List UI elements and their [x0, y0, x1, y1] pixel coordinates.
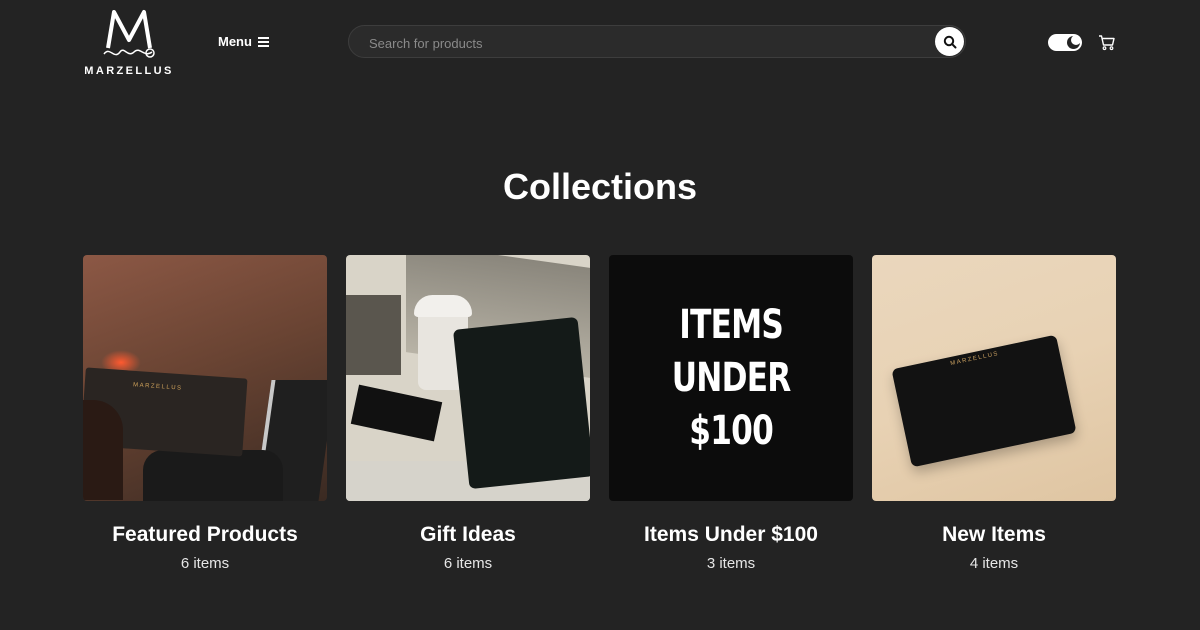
dark-mode-toggle[interactable] — [1048, 34, 1082, 51]
collection-name[interactable]: Gift Ideas — [346, 523, 590, 547]
logo-monogram-icon — [103, 10, 155, 58]
collection-image-new-items[interactable]: MARZELLUS — [872, 255, 1116, 501]
promo-text: ITEMS UNDER $100 — [671, 299, 792, 458]
collection-card-under-100[interactable]: ITEMS UNDER $100 Items Under $100 3 item… — [609, 255, 853, 572]
brand-logo[interactable]: MARZELLUS — [82, 8, 176, 78]
cart-icon — [1099, 35, 1115, 51]
collection-image-gift-ideas[interactable] — [346, 255, 590, 501]
collection-name[interactable]: New Items — [872, 523, 1116, 547]
promo-line: $100 — [689, 407, 773, 454]
promo-line: UNDER — [671, 354, 792, 401]
collection-name[interactable]: Items Under $100 — [609, 523, 853, 547]
moon-icon — [1067, 35, 1081, 49]
collection-count: 3 items — [706, 555, 756, 572]
collection-card-new-items[interactable]: MARZELLUS New Items 4 items — [872, 255, 1116, 572]
search-bar — [348, 25, 966, 58]
collection-image-featured[interactable]: MARZELLUS — [83, 255, 327, 501]
collection-count: 6 items — [180, 555, 230, 572]
menu-hamburger-icon — [257, 37, 269, 47]
collection-card-gift-ideas[interactable]: Gift Ideas 6 items — [346, 255, 590, 572]
collection-count: 4 items — [969, 555, 1019, 572]
brand-name: MARZELLUS — [84, 65, 174, 77]
promo-line: ITEMS — [679, 301, 784, 348]
menu-label: Menu — [218, 34, 252, 49]
collections-grid: MARZELLUS Featured Products 6 items Gift… — [83, 255, 1117, 572]
search-icon — [943, 35, 956, 48]
search-button[interactable] — [935, 27, 964, 56]
collection-count: 6 items — [443, 555, 493, 572]
collection-image-under-100[interactable]: ITEMS UNDER $100 — [609, 255, 853, 501]
cart-button[interactable] — [1098, 34, 1116, 56]
menu-button[interactable]: Menu — [218, 34, 269, 49]
collection-name[interactable]: Featured Products — [83, 523, 327, 547]
collection-card-featured[interactable]: MARZELLUS Featured Products 6 items — [83, 255, 327, 572]
page-title: Collections — [502, 166, 698, 207]
search-input[interactable] — [367, 33, 911, 53]
